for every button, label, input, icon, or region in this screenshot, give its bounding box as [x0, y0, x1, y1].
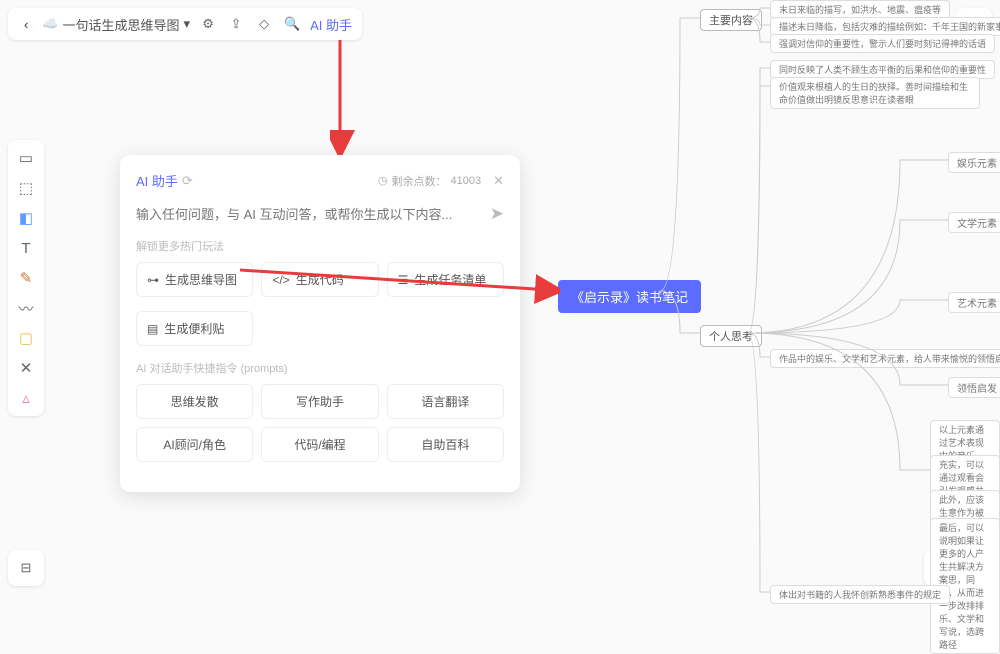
- mindmap-root[interactable]: 《启示录》读书笔记: [558, 280, 701, 313]
- top-bar: ‹ ☁️ 一句话生成思维导图 ▾ ⚙ ⇪ ◇ 🔍 AI 助手: [8, 8, 362, 40]
- tool-crop[interactable]: ⬚: [12, 174, 40, 202]
- send-icon[interactable]: ➤: [490, 204, 504, 224]
- credits-display: ◷ 剩余点数：41003: [378, 173, 481, 189]
- tool-dna[interactable]: ✕: [12, 354, 40, 382]
- mindmap-leaf[interactable]: 作品中的娱乐、文学和艺术元素，给人带来愉悦的领悟启智: [770, 349, 1000, 368]
- tag-icon[interactable]: ◇: [254, 14, 274, 34]
- note-icon: ▤: [147, 322, 158, 336]
- mindmap-label-art[interactable]: 艺术元素: [948, 292, 1000, 313]
- share-icon[interactable]: ⇪: [226, 14, 246, 34]
- code-icon: </>: [272, 273, 289, 287]
- chevron-down-icon: ▾: [184, 16, 191, 32]
- tool-connector[interactable]: 〰: [12, 294, 40, 322]
- prompt-coding[interactable]: 代码/编程: [261, 427, 378, 462]
- cloud-icon: ☁️: [42, 16, 58, 32]
- prompt-translate[interactable]: 语言翻译: [387, 384, 504, 419]
- mindmap-leaf[interactable]: 价值观来根植人的生日的抉择。善时间描绘和生命价值做出明镜反思意识在读者眼: [770, 77, 980, 109]
- mindmap-branch-thought[interactable]: 个人思考: [700, 325, 762, 347]
- mindmap-label-entertainment[interactable]: 娱乐元素: [948, 152, 1000, 173]
- side-toolbar: ▭ ⬚ ◧ T ✎ 〰 ▢ ✕ ▵: [8, 140, 44, 416]
- search-icon[interactable]: 🔍: [282, 14, 302, 34]
- tool-select[interactable]: ▭: [12, 144, 40, 172]
- ai-input[interactable]: [136, 207, 490, 222]
- red-arrow-down: [330, 40, 370, 155]
- refresh-icon[interactable]: ⟳: [182, 173, 193, 189]
- action-mindmap[interactable]: ⊶生成思维导图: [136, 262, 253, 297]
- prompts-label: AI 对话助手快捷指令 (prompts): [136, 360, 504, 376]
- prompt-role[interactable]: AI顾问/角色: [136, 427, 253, 462]
- mindmap-leaf[interactable]: 强调对信仰的重要性，警示人们要时刻记得神的话语: [770, 34, 995, 53]
- mindmap-leaf[interactable]: 体出对书籍的人我怀创新熟悉事件的规定: [770, 585, 950, 604]
- document-title[interactable]: ☁️ 一句话生成思维导图 ▾: [42, 15, 190, 34]
- mindmap-branch-main[interactable]: 主要内容: [700, 9, 762, 31]
- action-sticky[interactable]: ▤生成便利贴: [136, 311, 253, 346]
- mindmap-icon: ⊶: [147, 273, 159, 287]
- tool-pen[interactable]: ✎: [12, 264, 40, 292]
- mindmap-label-literature[interactable]: 文学元素: [948, 212, 1000, 233]
- ai-panel: AI 助手 ⟳ ◷ 剩余点数：41003 ✕ ➤ 解锁更多热门玩法 ⊶生成思维导…: [120, 155, 520, 492]
- tool-sticky[interactable]: ▢: [12, 324, 40, 352]
- prompt-diverge[interactable]: 思维发散: [136, 384, 253, 419]
- tool-text[interactable]: T: [12, 234, 40, 262]
- ai-panel-title: AI 助手 ⟳: [136, 171, 193, 190]
- clock-icon: ◷: [378, 174, 388, 187]
- tool-shapes[interactable]: ▵: [12, 384, 40, 412]
- back-button[interactable]: ‹: [18, 15, 34, 34]
- action-code[interactable]: </>生成代码: [261, 262, 378, 297]
- action-tasklist[interactable]: ☰生成任务清单: [387, 262, 504, 297]
- mindmap-label-insight[interactable]: 领悟启发: [948, 377, 1000, 398]
- ai-assistant-link[interactable]: AI 助手: [310, 15, 352, 34]
- panel-toggle[interactable]: ⊟: [8, 550, 44, 586]
- prompt-wiki[interactable]: 自助百科: [387, 427, 504, 462]
- prompt-writing[interactable]: 写作助手: [261, 384, 378, 419]
- tool-shape[interactable]: ◧: [12, 204, 40, 232]
- close-icon[interactable]: ✕: [493, 173, 504, 189]
- hot-actions-label: 解锁更多热门玩法: [136, 238, 504, 254]
- list-icon: ☰: [398, 273, 409, 287]
- settings-icon[interactable]: ⚙: [198, 14, 218, 34]
